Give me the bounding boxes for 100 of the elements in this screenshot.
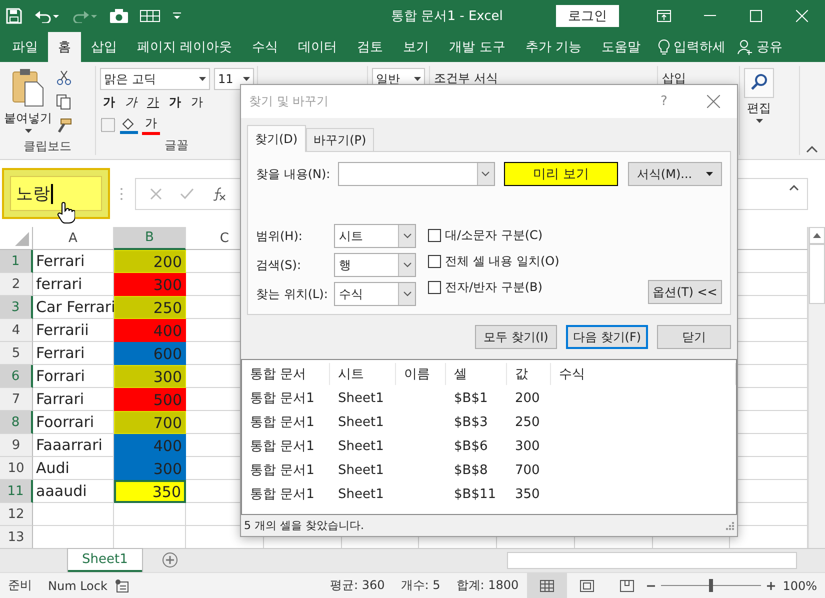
name-box[interactable]: 노랑	[10, 176, 102, 211]
column-header[interactable]: 수식	[551, 363, 736, 385]
help-button[interactable]: ?	[639, 94, 689, 109]
ribbon-tab[interactable]: 페이지 레이아웃	[127, 32, 242, 62]
font-color-button[interactable]: 가	[142, 115, 160, 135]
status-text: 5 개의 셀을 찾았습니다.	[244, 518, 364, 533]
table-cell: 300	[114, 273, 186, 296]
table-cell: 300	[114, 457, 186, 480]
ribbon-tab[interactable]: 수식	[242, 32, 288, 62]
table-cell-text: 200	[514, 390, 541, 406]
table-cell-text: Sheet1	[337, 462, 385, 478]
editing-button[interactable]: 편집	[744, 68, 774, 153]
ribbon-tab[interactable]: 검토	[347, 32, 394, 62]
status-text: 평균: 360	[329, 577, 386, 594]
row-header[interactable]: 10	[0, 457, 33, 480]
group-label: 글꼴	[164, 137, 190, 154]
dialog-button[interactable]: 모두 찾기(I)	[475, 325, 557, 349]
checkbox-option[interactable]: 전자/반자 구분(B)	[428, 276, 560, 298]
table-cell: 250	[114, 296, 186, 319]
ribbon-tab[interactable]: 보기	[393, 32, 440, 62]
ribbon-tab[interactable]: 데이터	[288, 32, 348, 62]
checkbox-option[interactable]: 대/소문자 구분(C)	[428, 224, 560, 246]
table-cell: 350	[114, 480, 186, 503]
table-cell-text: 300	[514, 438, 541, 454]
row-header[interactable]: 3	[0, 296, 33, 319]
row-header[interactable]: 9	[0, 434, 33, 457]
font-name-dropdown[interactable]: 맑은 고딕	[100, 68, 210, 90]
row-header[interactable]: 5	[0, 342, 33, 365]
zoom-level[interactable]: 100%	[774, 578, 825, 592]
table-cell-text: $B$1	[453, 390, 489, 406]
row-header[interactable]: 13	[0, 526, 33, 548]
row-header[interactable]: 7	[0, 388, 33, 411]
option-dropdown[interactable]: 수식	[334, 282, 416, 306]
row-header[interactable]: 8	[0, 411, 33, 434]
table-cell-text: 통합 문서1	[249, 390, 316, 407]
tell-me-field[interactable]: 입력하세	[650, 32, 730, 62]
column-header[interactable]: 셀	[446, 363, 507, 385]
option-dropdown[interactable]: 시트	[334, 224, 416, 248]
table-cell-text: 350	[514, 486, 541, 502]
result-row[interactable]: 통합 문서1 Sheet1 $B$11 350	[242, 482, 736, 506]
login-button[interactable]: 로그인	[556, 5, 619, 27]
column-header[interactable]: A	[33, 227, 114, 250]
result-row[interactable]: 통합 문서1 Sheet1 $B$3 250	[242, 410, 736, 434]
field-label: 찾는 위치(L):	[256, 286, 329, 302]
dialog-title: 찾기 및 바꾸기	[249, 93, 330, 110]
column-header[interactable]: 시트	[330, 363, 396, 385]
status-text: 합계: 1800	[455, 577, 520, 594]
table-cell-text: Sheet1	[337, 414, 385, 430]
ribbon-tab[interactable]: 개발 도구	[439, 32, 516, 62]
column-header[interactable]: 통합 문서	[242, 363, 330, 385]
table-cell: 200	[114, 250, 186, 273]
table-cell: 400	[114, 319, 186, 342]
dialog-button[interactable]: 닫기	[657, 325, 731, 349]
ribbon-tab[interactable]: 추가 기능	[515, 32, 592, 62]
grow-font-button[interactable]: 가	[166, 94, 184, 111]
paste-button[interactable]: 붙여넣기	[4, 68, 52, 136]
dialog-tab[interactable]: 찾기(D)	[247, 125, 306, 152]
checkbox-option[interactable]: 전체 셀 내용 일치(O)	[428, 250, 560, 272]
row-header[interactable]: 1	[0, 250, 33, 273]
table-cell-text: $B$11	[453, 486, 498, 502]
field-label: 검색(S):	[256, 256, 302, 274]
window-title: 통합 문서1 - Excel	[390, 8, 504, 25]
bold-button[interactable]: 가	[100, 94, 118, 111]
conditional-format-button[interactable]: 조건부 서식	[434, 68, 498, 88]
share-button[interactable]: 공유	[729, 32, 786, 62]
ribbon-tab[interactable]: 파일	[2, 32, 48, 62]
row-header[interactable]: 12	[0, 503, 33, 526]
table-cell-text: $B$8	[453, 462, 489, 478]
row-header[interactable]: 11	[0, 480, 33, 503]
column-header[interactable]: B	[114, 227, 186, 250]
table-cell: 700	[114, 411, 186, 434]
table-cell-text: 250	[514, 414, 541, 430]
table-cell-text: $B$6	[453, 438, 489, 454]
ribbon-tab[interactable]: 홈	[48, 32, 81, 62]
dialog-tab[interactable]: 바꾸기(P)	[306, 128, 374, 152]
italic-button[interactable]: 가	[122, 94, 140, 111]
table-cell-text: $B$3	[453, 414, 489, 430]
row-header[interactable]: 2	[0, 273, 33, 296]
status-text: 개수: 5	[400, 577, 442, 594]
dialog-button[interactable]: 다음 찾기(F)	[566, 325, 648, 349]
ribbon-tab[interactable]: 삽입	[81, 32, 127, 62]
table-cell: 400	[114, 434, 186, 457]
format-preview: 미리 보기	[504, 162, 618, 186]
option-dropdown[interactable]: 행	[334, 253, 416, 277]
result-row[interactable]: 통합 문서1 Sheet1 $B$6 300	[242, 434, 736, 458]
format-button[interactable]: 서식(M)...	[628, 162, 722, 186]
row-header[interactable]: 6	[0, 365, 33, 388]
result-row[interactable]: 통합 문서1 Sheet1 $B$1 200	[242, 386, 736, 410]
underline-button[interactable]: 가	[144, 94, 162, 111]
column-header[interactable]: 값	[507, 363, 551, 385]
insert-button[interactable]: 삽입	[662, 68, 686, 88]
result-row[interactable]: 통합 문서1 Sheet1 $B$8 700	[242, 458, 736, 482]
sheet-tab[interactable]: Sheet1	[68, 549, 142, 572]
options-button[interactable]: 옵션(T) <<	[648, 280, 722, 304]
column-header[interactable]: 이름	[396, 363, 446, 385]
shrink-font-button[interactable]: 가	[188, 94, 206, 111]
font-size-dropdown[interactable]: 11	[214, 68, 254, 90]
row-header[interactable]: 4	[0, 319, 33, 342]
ribbon-tab[interactable]: 도움말	[591, 32, 650, 62]
field-label: 찾을 내용(N):	[256, 166, 332, 182]
